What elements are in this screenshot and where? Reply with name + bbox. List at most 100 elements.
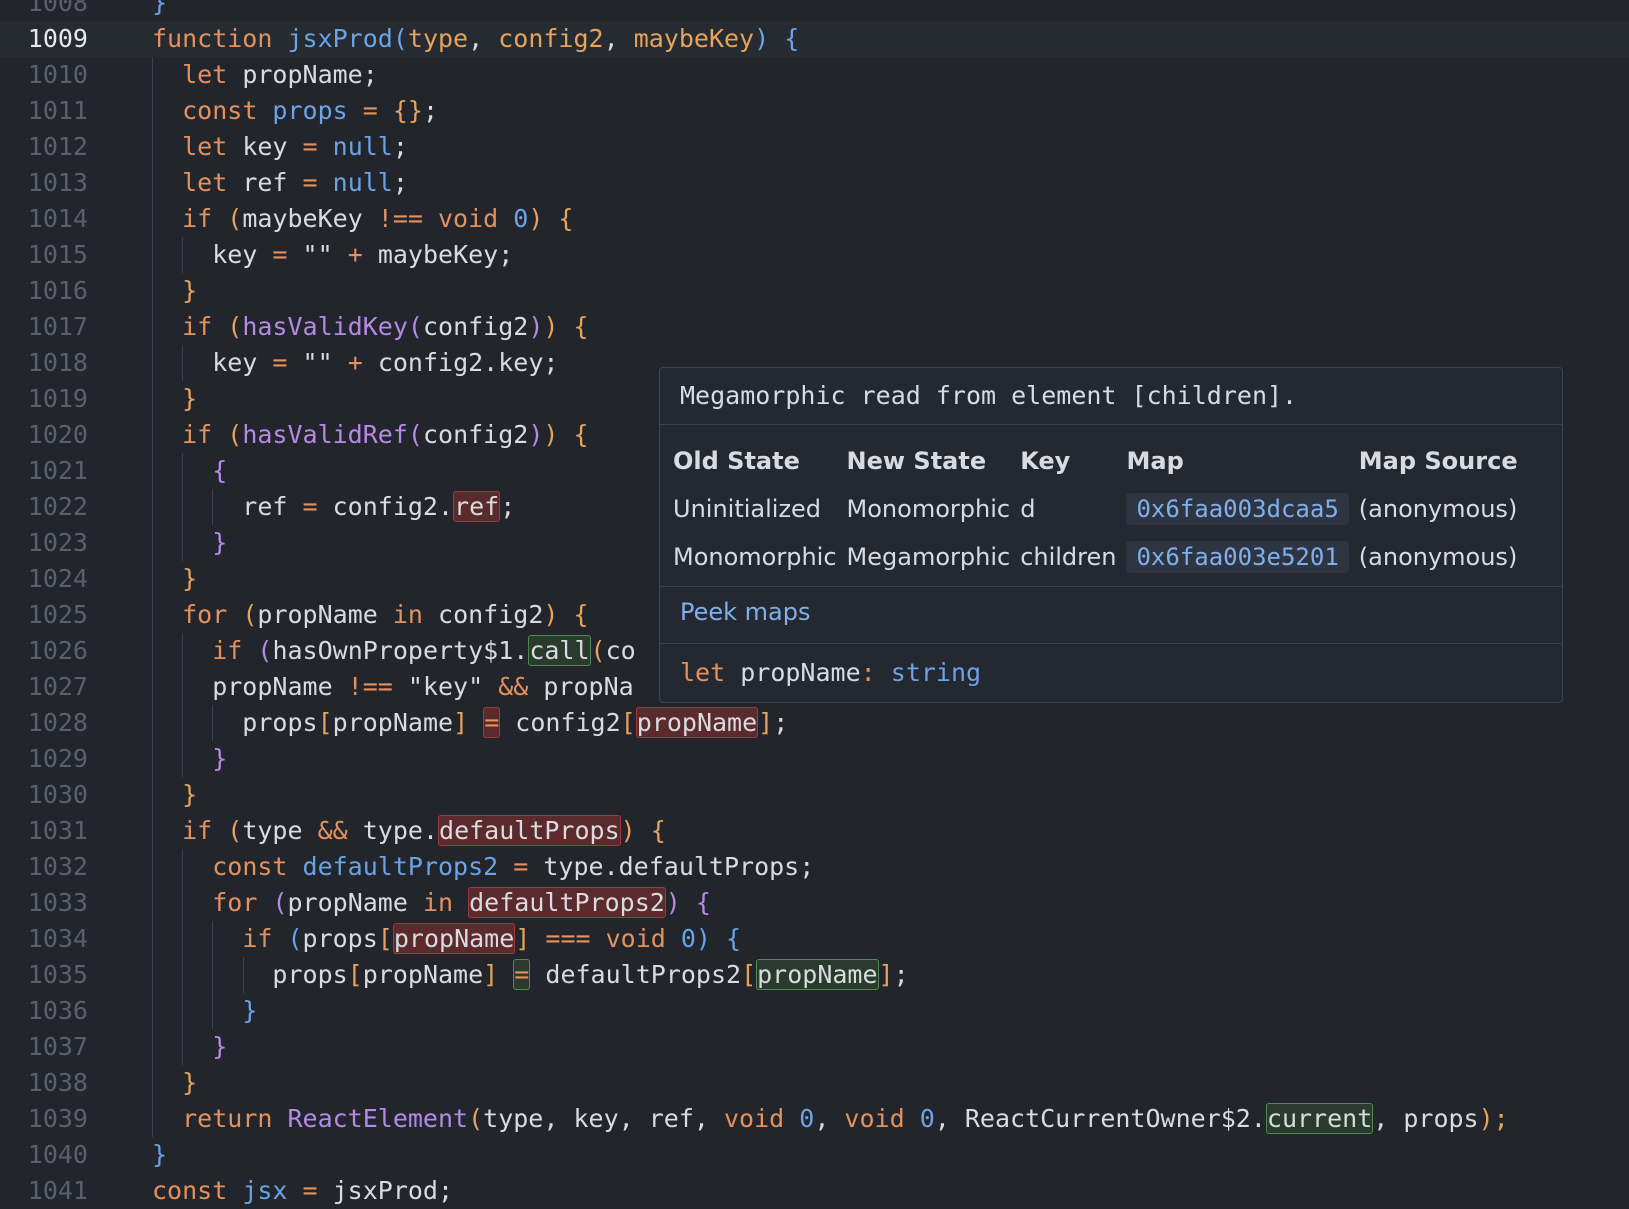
code-token: } — [182, 1068, 198, 1097]
code-text: const jsx = jsxProd; — [152, 1173, 453, 1209]
line-number: 1027 — [27, 672, 88, 701]
line-number: 1019 — [27, 384, 88, 413]
code-text: props[propName] = defaultProps2[propName… — [152, 957, 909, 993]
code-text: for (propName in config2) { — [152, 597, 588, 633]
indent-guide — [182, 849, 184, 885]
indent-guide — [152, 273, 153, 309]
code-line[interactable]: 1035 props[propName] = defaultProps2[pro… — [0, 957, 1629, 993]
code-token: + — [347, 240, 363, 269]
key-cell: children — [1020, 543, 1117, 571]
line-number: 1035 — [27, 960, 88, 989]
code-line[interactable]: 1030 } — [0, 777, 1629, 813]
code-token: hasValidRef — [242, 420, 408, 449]
code-token: ) { — [528, 204, 574, 233]
code-token: return — [182, 1104, 288, 1133]
code-line[interactable]: 1032 const defaultProps2 = type.defaultP… — [0, 849, 1629, 885]
code-line[interactable]: 1033 for (propName in defaultProps2) { — [0, 885, 1629, 921]
code-line[interactable]: 1014 if (maybeKey !== void 0) { — [0, 201, 1629, 237]
key-cell: d — [1020, 495, 1036, 523]
code-line[interactable]: 1011 const props = {}; — [0, 93, 1629, 129]
code-token: jsxProd — [287, 24, 393, 53]
line-number: 1039 — [27, 1104, 88, 1133]
indent-guide — [152, 381, 153, 417]
code-token: [ — [377, 924, 393, 953]
code-line[interactable]: 1034 if (props[propName] === void 0) { — [0, 921, 1629, 957]
code-token: = — [272, 348, 288, 377]
line-number: 1026 — [27, 636, 88, 665]
code-token: = — [287, 1176, 333, 1205]
code-line[interactable]: 1036 } — [0, 993, 1629, 1029]
code-token: ) { — [620, 816, 666, 845]
indent-guide — [182, 1029, 184, 1065]
code-token: = — [302, 168, 318, 197]
map-address-link[interactable]: 0x6faa003dcaa5 — [1126, 493, 1349, 525]
code-token: ( — [468, 1104, 484, 1133]
code-token: ); — [1478, 1104, 1509, 1133]
code-line[interactable]: 1017 if (hasValidKey(config2)) { — [0, 309, 1629, 345]
code-line[interactable]: 1008} — [0, 0, 1629, 21]
code-line[interactable]: 1029 } — [0, 741, 1629, 777]
code-token: if — [182, 420, 228, 449]
code-line[interactable]: 1037 } — [0, 1029, 1629, 1065]
code-token: ) — [528, 420, 544, 449]
code-token: ; — [773, 708, 789, 737]
column-header: Key — [1020, 447, 1071, 475]
code-line[interactable]: 1041 const jsx = jsxProd; — [0, 1173, 1629, 1209]
code-token: ( — [227, 420, 243, 449]
code-token: [ — [347, 960, 363, 989]
peek-maps-link[interactable]: Peek maps — [680, 598, 811, 626]
code-token: ] — [515, 924, 531, 953]
indent-guide — [152, 705, 153, 741]
code-token: } — [212, 528, 228, 557]
indent-guide — [212, 921, 214, 957]
code-line[interactable]: 1009 function jsxProd(type, config2, mayb… — [0, 21, 1629, 57]
highlighted-token: = — [513, 959, 531, 990]
code-token: "key" — [407, 672, 499, 701]
code-line[interactable]: 1028 props[propName] = config2[propName]… — [0, 705, 1629, 741]
table-row: Uninitialized Monomorphic d 0x6faa003dca… — [673, 485, 1528, 533]
code-token: if — [242, 924, 288, 953]
code-line[interactable]: 1040} — [0, 1137, 1629, 1173]
code-line[interactable]: 1012 let key = null; — [0, 129, 1629, 165]
code-token: hasValidKey — [242, 312, 408, 341]
line-number: 1023 — [27, 528, 88, 557]
code-line[interactable]: 1013 let ref = null; — [0, 165, 1629, 201]
line-number: 1021 — [27, 456, 88, 485]
indent-guide — [152, 201, 153, 237]
code-token: key — [152, 240, 273, 269]
indent-guide — [152, 957, 153, 993]
code-text: if (hasValidKey(config2)) { — [152, 309, 588, 345]
code-token: !== — [347, 672, 408, 701]
hover-tooltip: Megamorphic read from element [children]… — [659, 367, 1563, 703]
code-token: "" — [287, 348, 348, 377]
line-number: 1020 — [27, 420, 88, 449]
code-token: } — [212, 744, 228, 773]
code-token: jsx — [242, 1176, 288, 1205]
line-number: 1038 — [27, 1068, 88, 1097]
code-line[interactable]: 1010 let propName; — [0, 57, 1629, 93]
code-text: if (props[propName] === void 0) { — [152, 921, 741, 957]
code-token: for — [212, 888, 273, 917]
map-source-cell: (anonymous) — [1358, 495, 1518, 523]
code-token: } — [182, 384, 198, 413]
code-token: } — [182, 564, 198, 593]
code-token: , — [468, 24, 499, 53]
code-text: if (hasValidRef(config2)) { — [152, 417, 588, 453]
indent-guide — [152, 129, 153, 165]
code-line[interactable]: 1038 } — [0, 1065, 1629, 1101]
code-line[interactable]: 1039 return ReactElement(type, key, ref,… — [0, 1101, 1629, 1137]
code-text: } — [152, 0, 167, 21]
code-line[interactable]: 1016 } — [0, 273, 1629, 309]
map-address-link[interactable]: 0x6faa003e5201 — [1126, 541, 1349, 573]
highlighted-token: ref — [453, 491, 501, 522]
code-line[interactable]: 1015 key = "" + maybeKey; — [0, 237, 1629, 273]
code-line[interactable]: 1031 if (type && type.defaultProps) { — [0, 813, 1629, 849]
